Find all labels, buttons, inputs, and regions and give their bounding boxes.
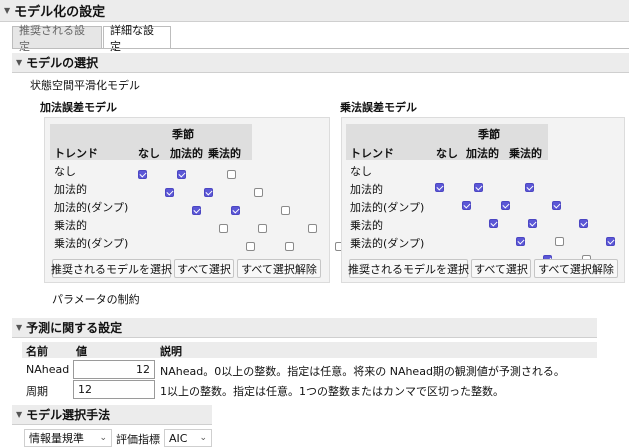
season-checkbox[interactable]: [462, 200, 471, 210]
additive-deselect-all-button[interactable]: すべて選択解除: [237, 259, 321, 278]
collapse-triangle-icon[interactable]: ▼: [16, 410, 22, 419]
settings-title-bar[interactable]: ▼ モデル化の設定: [0, 0, 629, 22]
forecast-row-desc: NAhead。0以上の整数。指定は任意。将来の NAhead期の観測値が予測され…: [160, 365, 565, 378]
multiplicative-col-none: なし: [436, 147, 458, 160]
chevron-down-icon: ⌄: [99, 433, 107, 443]
additive-row-label: 乗法的(ダンプ): [54, 237, 129, 250]
additive-recommended-button[interactable]: 推奨されるモデルを選択: [51, 259, 172, 278]
additive-row-label: なし: [54, 165, 76, 178]
forecast-col-desc: 説明: [160, 345, 182, 358]
season-checkbox[interactable]: [227, 169, 236, 179]
season-checkbox[interactable]: [258, 223, 267, 233]
additive-model-title: 加法誤差モデル: [40, 101, 117, 114]
season-checkbox[interactable]: [285, 241, 294, 251]
forecast-col-value: 値: [76, 345, 87, 358]
multiplicative-season-header: 季節: [478, 128, 500, 141]
season-checkbox[interactable]: [435, 182, 444, 192]
nahead-input[interactable]: 12: [73, 360, 155, 379]
multiplicative-select-all-button[interactable]: すべて選択: [471, 259, 531, 278]
season-checkbox[interactable]: [192, 205, 201, 215]
season-checkbox[interactable]: [231, 205, 240, 215]
forecast-col-name: 名前: [26, 345, 48, 358]
additive-row-label: 乗法的: [54, 219, 87, 232]
forecast-row-name: 周期: [26, 385, 48, 398]
forecast-table-header-row: [22, 342, 597, 358]
season-checkbox[interactable]: [501, 200, 510, 210]
multiplicative-row-label: 乗法的: [350, 219, 383, 232]
additive-row-label: 加法的(ダンプ): [54, 201, 129, 214]
additive-season-header: 季節: [172, 128, 194, 141]
season-checkbox[interactable]: [528, 218, 537, 228]
tab-underline: [12, 48, 629, 49]
collapse-triangle-icon[interactable]: ▼: [4, 6, 10, 15]
additive-row-label: 加法的: [54, 183, 87, 196]
multiplicative-deselect-all-button[interactable]: すべて選択解除: [534, 259, 618, 278]
season-checkbox[interactable]: [474, 182, 483, 192]
additive-trend-header: トレンド: [54, 147, 98, 160]
additive-select-all-button[interactable]: すべて選択: [174, 259, 234, 278]
collapse-triangle-icon[interactable]: ▼: [16, 58, 22, 67]
tab-advanced[interactable]: 詳細な設定: [103, 24, 171, 53]
forecast-header[interactable]: ▼ 予測に関する設定: [12, 318, 597, 338]
season-checkbox[interactable]: [246, 241, 255, 251]
season-checkbox[interactable]: [308, 223, 317, 233]
model-subtitle: 状態空間平滑化モデル: [30, 79, 140, 92]
season-checkbox[interactable]: [177, 169, 186, 179]
model-method-header[interactable]: ▼ モデル選択手法: [12, 405, 212, 425]
additive-col-none: なし: [138, 147, 160, 160]
season-checkbox[interactable]: [555, 236, 564, 246]
season-checkbox[interactable]: [281, 205, 290, 215]
forecast-row-desc: 1以上の整数。指定は任意。1つの整数またはカンマで区切った整数。: [160, 385, 504, 398]
season-checkbox[interactable]: [204, 187, 213, 197]
season-checkbox[interactable]: [219, 223, 228, 233]
multiplicative-row-label: 乗法的(ダンプ): [350, 237, 425, 250]
multiplicative-row-label: 加法的: [350, 183, 383, 196]
criterion-dropdown[interactable]: 情報量規準 ⌄: [24, 429, 112, 447]
season-checkbox[interactable]: [138, 169, 147, 179]
multiplicative-trend-header: トレンド: [350, 147, 394, 160]
multiplicative-col-multiplicative: 乗法的: [509, 147, 542, 160]
page-title: モデル化の設定: [14, 5, 106, 20]
additive-col-multiplicative: 乗法的: [208, 147, 241, 160]
model-selection-header[interactable]: ▼ モデルの選択: [12, 53, 629, 73]
forecast-row-name: NAhead: [26, 363, 70, 376]
collapse-triangle-icon[interactable]: ▼: [16, 323, 22, 332]
multiplicative-recommended-button[interactable]: 推奨されるモデルを選択: [348, 259, 469, 278]
season-checkbox[interactable]: [552, 200, 561, 210]
multiplicative-row-label: 加法的(ダンプ): [350, 201, 425, 214]
param-constraint-label: パラメータの制約: [52, 293, 140, 306]
season-checkbox[interactable]: [254, 187, 263, 197]
season-checkbox[interactable]: [525, 182, 534, 192]
season-checkbox[interactable]: [606, 236, 615, 246]
metric-dropdown[interactable]: AIC ⌄: [164, 429, 212, 447]
season-checkbox[interactable]: [516, 236, 525, 246]
multiplicative-model-title: 乗法誤差モデル: [340, 101, 417, 114]
tab-recommended[interactable]: 推奨される設定: [12, 24, 102, 53]
metric-label: 評価指標: [116, 433, 160, 446]
multiplicative-row-label: なし: [350, 165, 372, 178]
additive-col-additive: 加法的: [170, 147, 203, 160]
chevron-down-icon: ⌄: [199, 433, 207, 443]
season-checkbox[interactable]: [579, 218, 588, 228]
season-checkbox[interactable]: [165, 187, 174, 197]
season-checkbox[interactable]: [489, 218, 498, 228]
period-input[interactable]: 12: [73, 380, 155, 399]
multiplicative-col-additive: 加法的: [466, 147, 499, 160]
